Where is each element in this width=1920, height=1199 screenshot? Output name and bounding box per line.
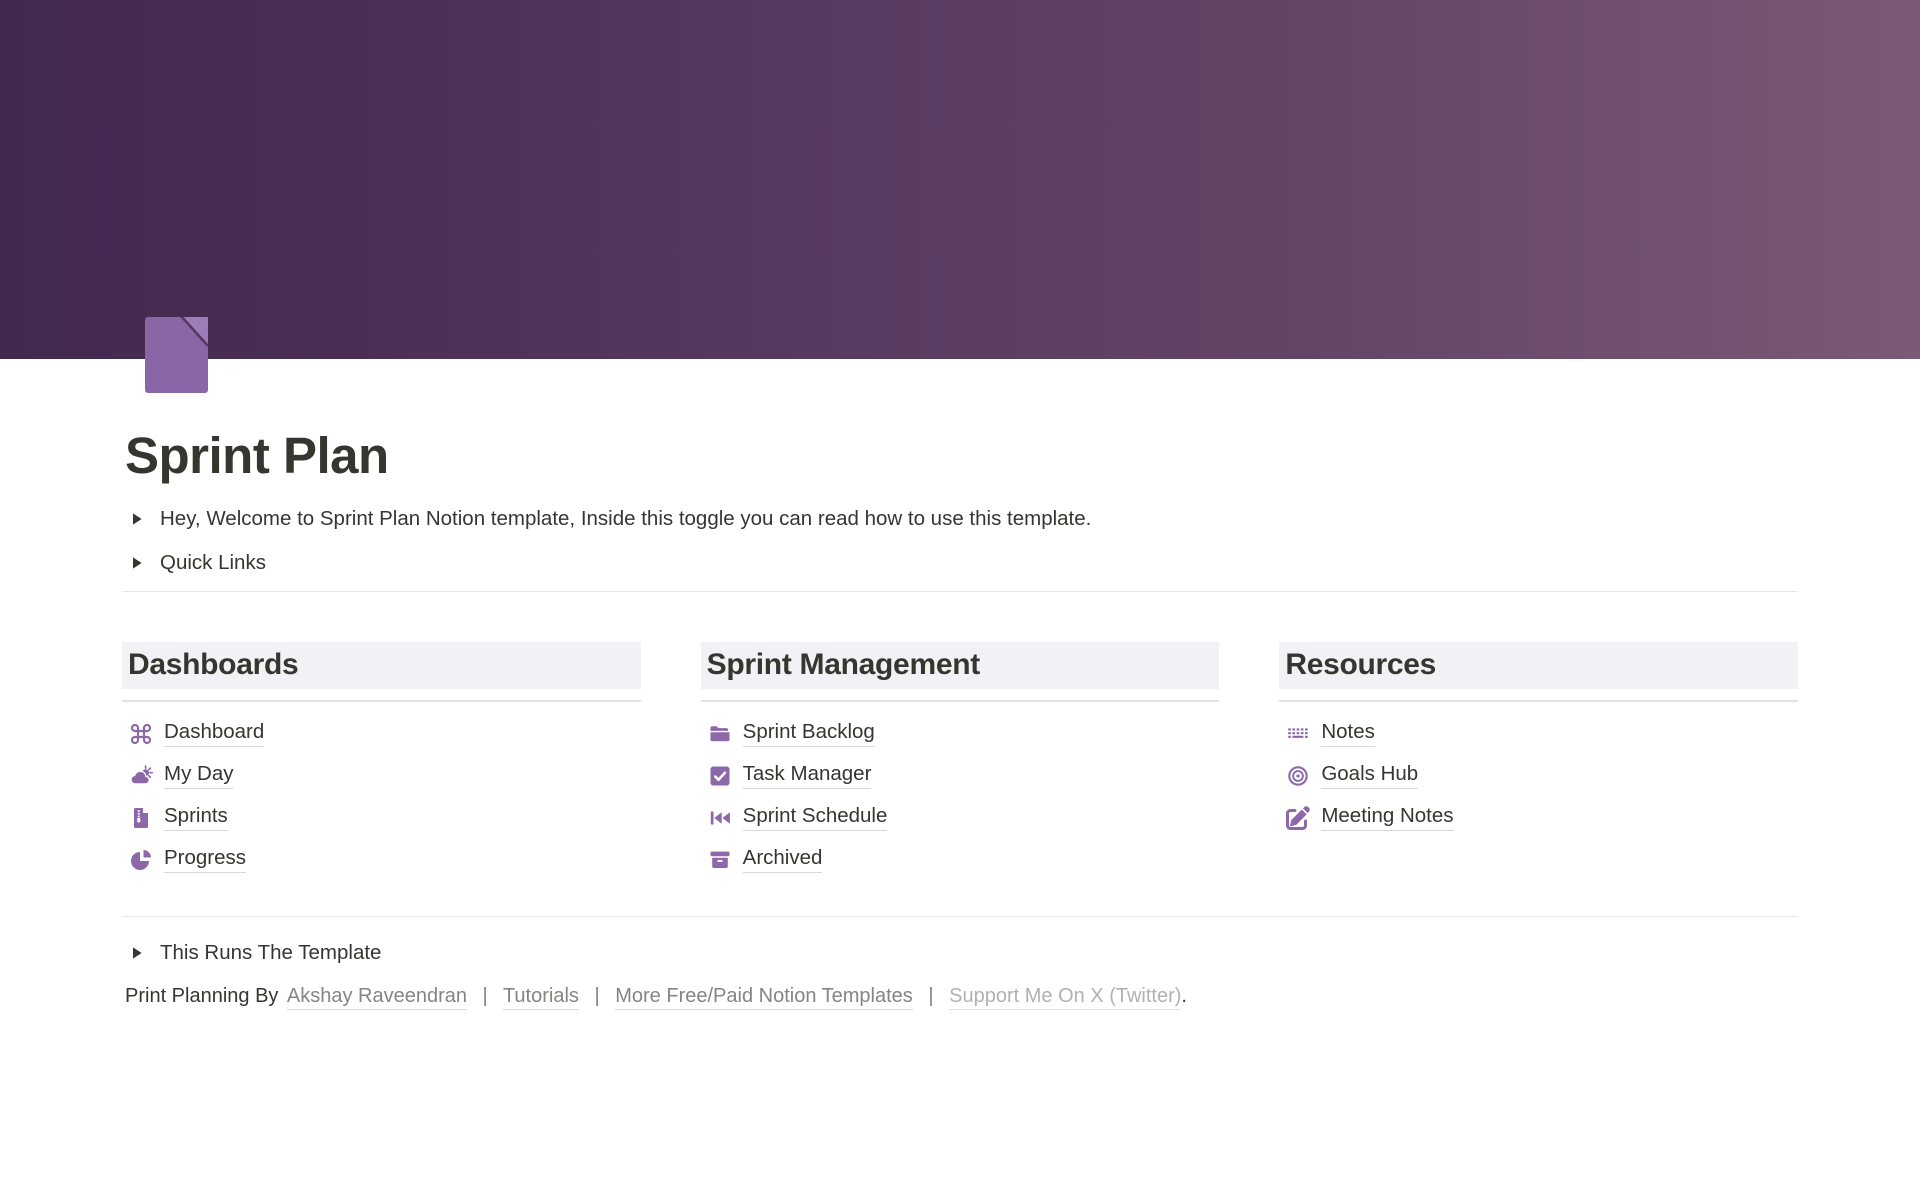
toggle-welcome[interactable]: Hey, Welcome to Sprint Plan Notion templ… xyxy=(122,504,1798,534)
page-link-dashboard[interactable]: Dashboard xyxy=(164,720,264,747)
archive-icon xyxy=(708,848,732,872)
footer-suffix: . xyxy=(1181,985,1187,1007)
footer-link-author[interactable]: Akshay Raveendran xyxy=(287,985,467,1010)
divider xyxy=(122,591,1798,592)
list-item: Task Manager xyxy=(701,762,1220,790)
list-item: Notes xyxy=(1279,720,1798,748)
toggle-triangle-icon[interactable] xyxy=(131,512,143,526)
divider xyxy=(122,916,1798,917)
page-content: Sprint Plan Hey, Welcome to Sprint Plan … xyxy=(0,317,1920,1011)
toggle-runner[interactable]: This Runs The Template xyxy=(122,938,1798,968)
footer-link-support[interactable]: Support Me On X (Twitter) xyxy=(949,985,1181,1010)
page-link-sprint-backlog[interactable]: Sprint Backlog xyxy=(743,720,875,747)
link-list: Sprint Backlog Task Manager xyxy=(701,720,1220,874)
link-list: Dashboard xyxy=(122,720,641,874)
zip-file-icon xyxy=(129,806,153,830)
column-heading: Dashboards xyxy=(122,642,641,689)
divider xyxy=(701,700,1220,702)
toggle-quick-links-label: Quick Links xyxy=(160,551,266,575)
page-link-progress[interactable]: Progress xyxy=(164,846,246,873)
target-icon xyxy=(1286,764,1310,788)
divider xyxy=(1279,700,1798,702)
page-link-goals-hub[interactable]: Goals Hub xyxy=(1321,762,1418,789)
page-link-notes[interactable]: Notes xyxy=(1321,720,1375,747)
list-item: Progress xyxy=(122,846,641,874)
list-item: Meeting Notes xyxy=(1279,804,1798,832)
keyboard-icon xyxy=(1286,722,1310,746)
divider xyxy=(122,700,641,702)
list-item: Archived xyxy=(701,846,1220,874)
sun-cloud-icon xyxy=(129,764,153,788)
footer-separator: | xyxy=(594,985,599,1007)
page-link-sprints[interactable]: Sprints xyxy=(164,804,228,831)
page-link-task-manager[interactable]: Task Manager xyxy=(743,762,872,789)
footer-prefix: Print Planning By xyxy=(125,985,278,1007)
link-columns: Dashboards Dashboard xyxy=(122,642,1798,888)
column-sprint-management: Sprint Management Sprint Backlog xyxy=(701,642,1220,888)
column-dashboards: Dashboards Dashboard xyxy=(122,642,641,888)
page-link-my-day[interactable]: My Day xyxy=(164,762,233,789)
footer-separator: | xyxy=(928,985,933,1007)
page-cover xyxy=(0,0,1920,359)
notion-page: Sprint Plan Hey, Welcome to Sprint Plan … xyxy=(0,0,1920,1011)
folder-icon xyxy=(708,722,732,746)
footer-credits: Print Planning By Akshay Raveendran | Tu… xyxy=(125,981,1798,1011)
list-item: My Day xyxy=(122,762,641,790)
footer-link-templates[interactable]: More Free/Paid Notion Templates xyxy=(615,985,913,1010)
command-icon xyxy=(129,722,153,746)
list-item: Goals Hub xyxy=(1279,762,1798,790)
footer-link-tutorials[interactable]: Tutorials xyxy=(503,985,579,1010)
link-list: Notes Goals Hub xyxy=(1279,720,1798,832)
document-icon xyxy=(145,317,208,393)
list-item: Sprint Backlog xyxy=(701,720,1220,748)
page-link-archived[interactable]: Archived xyxy=(743,846,823,873)
toggle-triangle-icon[interactable] xyxy=(131,946,143,960)
toggle-welcome-label: Hey, Welcome to Sprint Plan Notion templ… xyxy=(160,507,1091,531)
column-heading: Resources xyxy=(1279,642,1798,689)
rewind-icon xyxy=(708,806,732,830)
list-item: Sprint Schedule xyxy=(701,804,1220,832)
pie-chart-icon xyxy=(129,848,153,872)
page-link-meeting-notes[interactable]: Meeting Notes xyxy=(1321,804,1453,831)
toggle-quick-links[interactable]: Quick Links xyxy=(122,548,1798,578)
edit-icon xyxy=(1286,806,1310,830)
page-title: Sprint Plan xyxy=(125,426,1798,486)
column-resources: Resources Notes xyxy=(1279,642,1798,888)
list-item: Sprints xyxy=(122,804,641,832)
column-heading: Sprint Management xyxy=(701,642,1220,689)
checkbox-icon xyxy=(708,764,732,788)
page-icon[interactable] xyxy=(145,317,208,393)
list-item: Dashboard xyxy=(122,720,641,748)
toggle-triangle-icon[interactable] xyxy=(131,556,143,570)
page-link-sprint-schedule[interactable]: Sprint Schedule xyxy=(743,804,888,831)
toggle-runner-label: This Runs The Template xyxy=(160,941,381,965)
footer-separator: | xyxy=(483,985,488,1007)
